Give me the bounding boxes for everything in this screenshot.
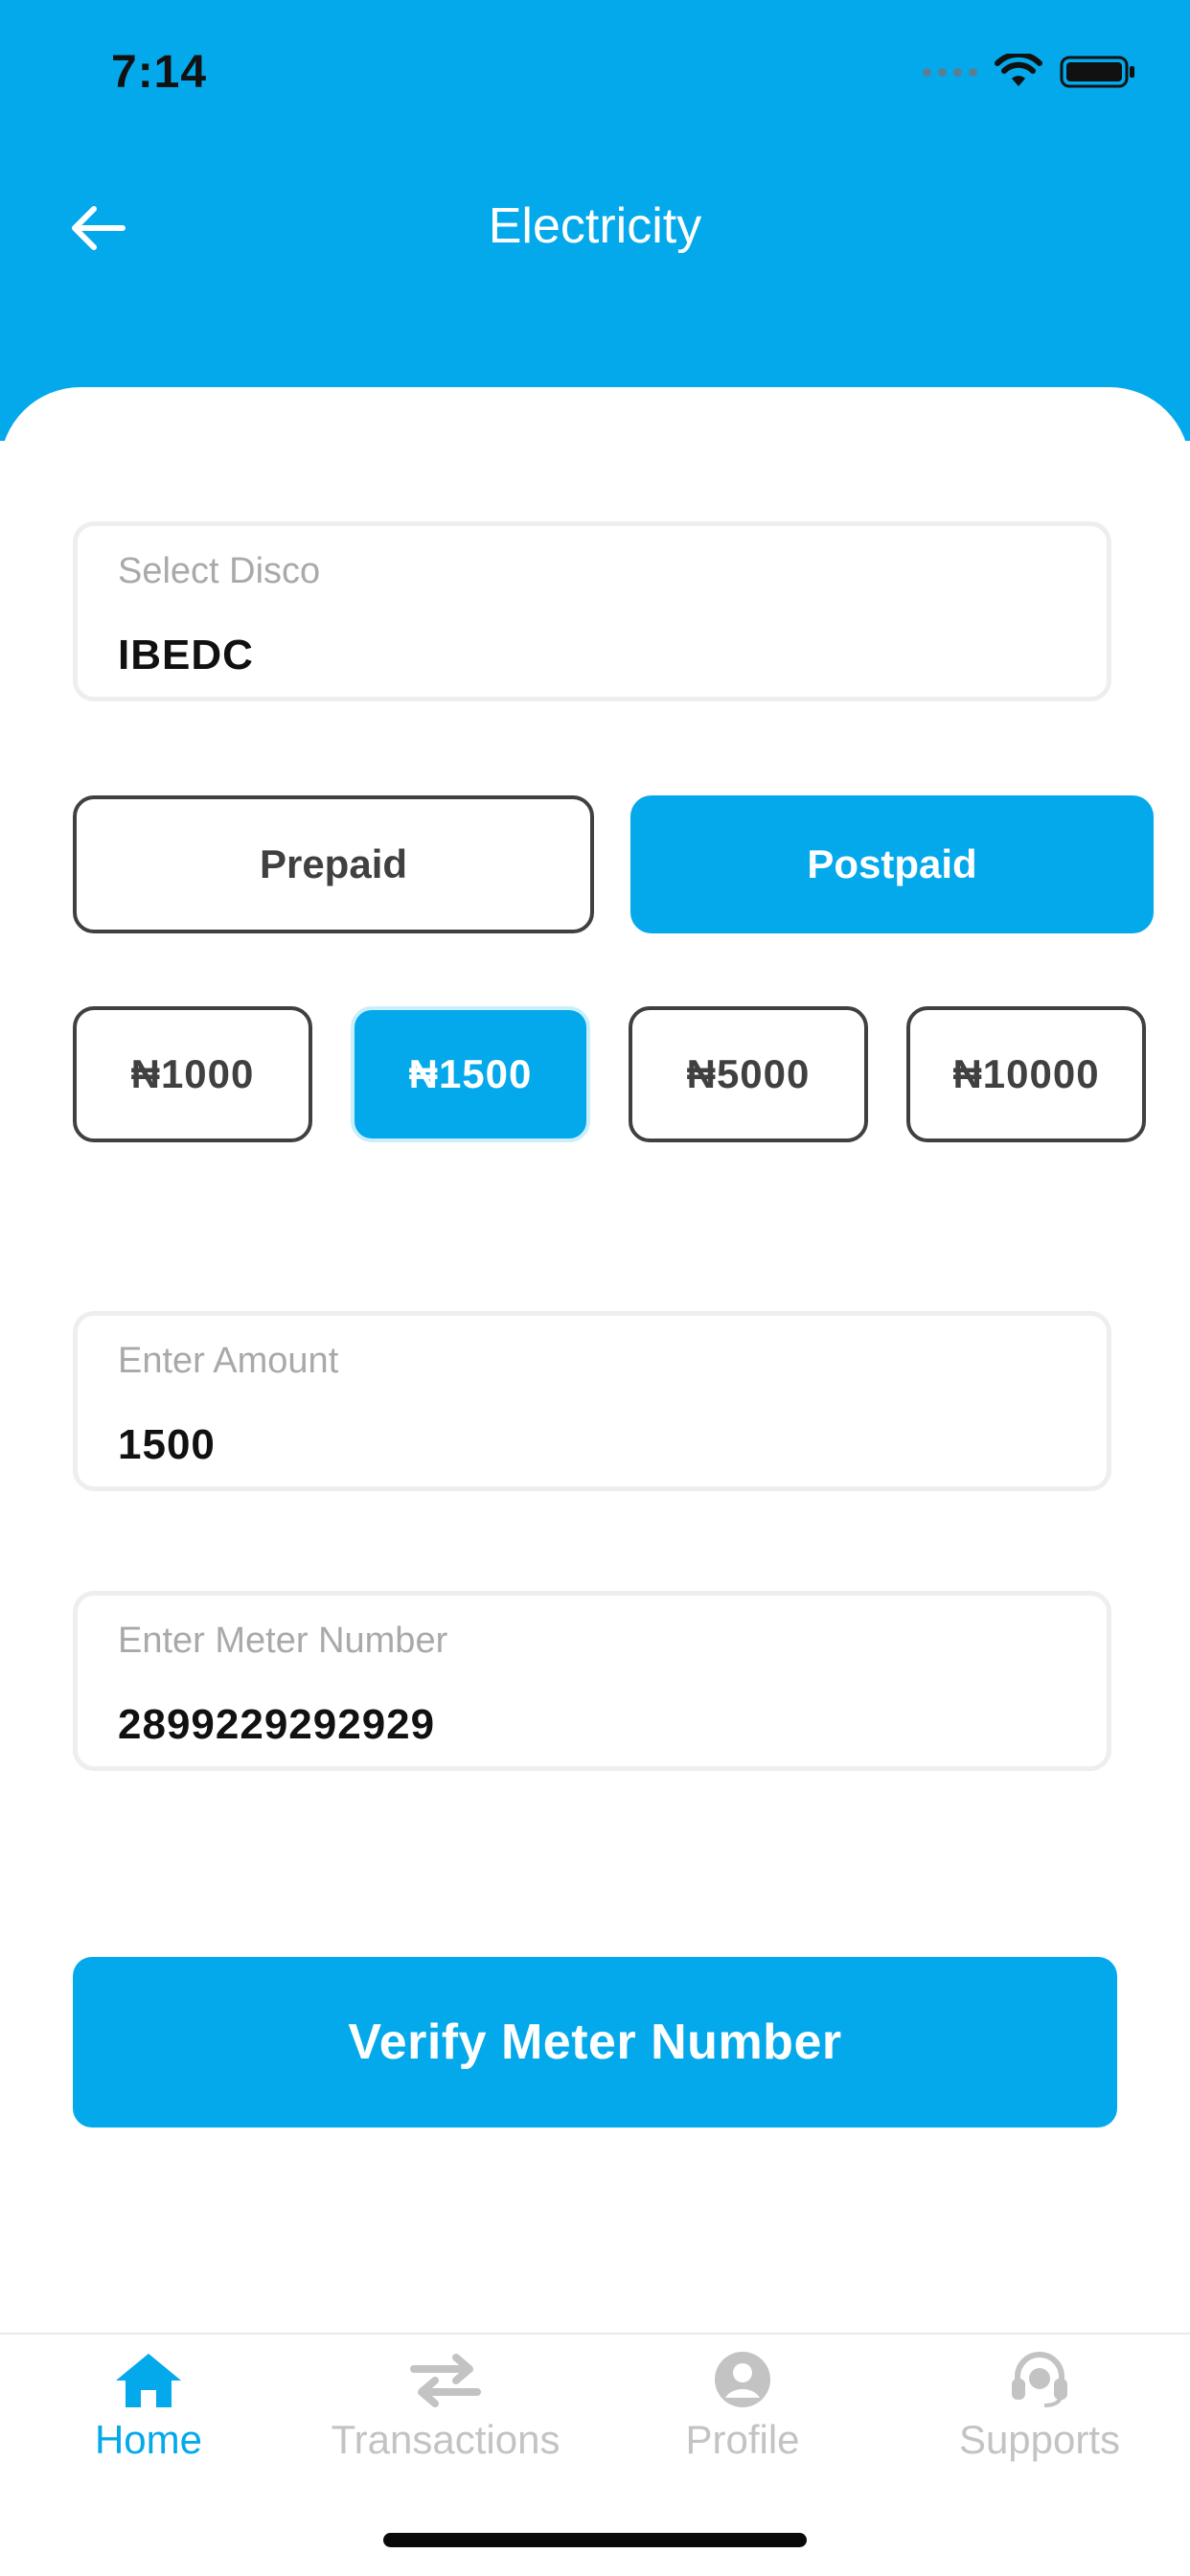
- postpaid-button[interactable]: Postpaid: [630, 795, 1154, 933]
- verify-meter-button[interactable]: Verify Meter Number: [73, 1957, 1117, 2128]
- tab-home[interactable]: Home: [0, 2350, 297, 2463]
- amount-option-10000[interactable]: ₦10000: [906, 1006, 1146, 1142]
- tab-bar-divider: [0, 2333, 1190, 2334]
- status-icons: [923, 52, 1136, 92]
- transfer-arrows-icon: [410, 2354, 481, 2407]
- amount-field-label: Enter Amount: [118, 1341, 339, 1381]
- amount-field-value: 1500: [118, 1421, 216, 1468]
- meter-number-field-value: 2899229292929: [118, 1701, 436, 1748]
- status-time: 7:14: [111, 47, 208, 98]
- tab-home-label: Home: [94, 2417, 203, 2462]
- amount-field[interactable]: Enter Amount 1500: [73, 1311, 1111, 1491]
- tab-supports-label: Supports: [958, 2417, 1121, 2462]
- tab-profile[interactable]: Profile: [594, 2350, 891, 2463]
- disco-select-label: Select Disco: [118, 551, 321, 591]
- wifi-icon: [995, 54, 1042, 86]
- page-title: Electricity: [488, 198, 702, 254]
- user-icon: [715, 2352, 770, 2407]
- disco-select[interactable]: Select Disco IBEDC: [73, 521, 1111, 702]
- headset-icon: [1012, 2352, 1067, 2407]
- battery-icon: [1060, 56, 1134, 88]
- cellular-signal-icon: [923, 67, 977, 77]
- prepaid-button[interactable]: Prepaid: [73, 795, 594, 933]
- tab-profile-label: Profile: [685, 2417, 800, 2462]
- amount-option-1000[interactable]: ₦1000: [73, 1006, 312, 1142]
- home-indicator: [383, 2533, 807, 2547]
- amount-option-1500[interactable]: ₦1500: [351, 1006, 590, 1142]
- tab-supports[interactable]: Supports: [891, 2350, 1188, 2463]
- meter-number-field[interactable]: Enter Meter Number 2899229292929: [73, 1591, 1111, 1771]
- home-icon: [116, 2354, 181, 2407]
- tab-transactions-label: Transactions: [331, 2417, 561, 2462]
- tab-transactions[interactable]: Transactions: [297, 2350, 594, 2463]
- disco-select-value: IBEDC: [118, 632, 254, 678]
- amount-option-5000[interactable]: ₦5000: [629, 1006, 868, 1142]
- meter-number-field-label: Enter Meter Number: [118, 1621, 448, 1661]
